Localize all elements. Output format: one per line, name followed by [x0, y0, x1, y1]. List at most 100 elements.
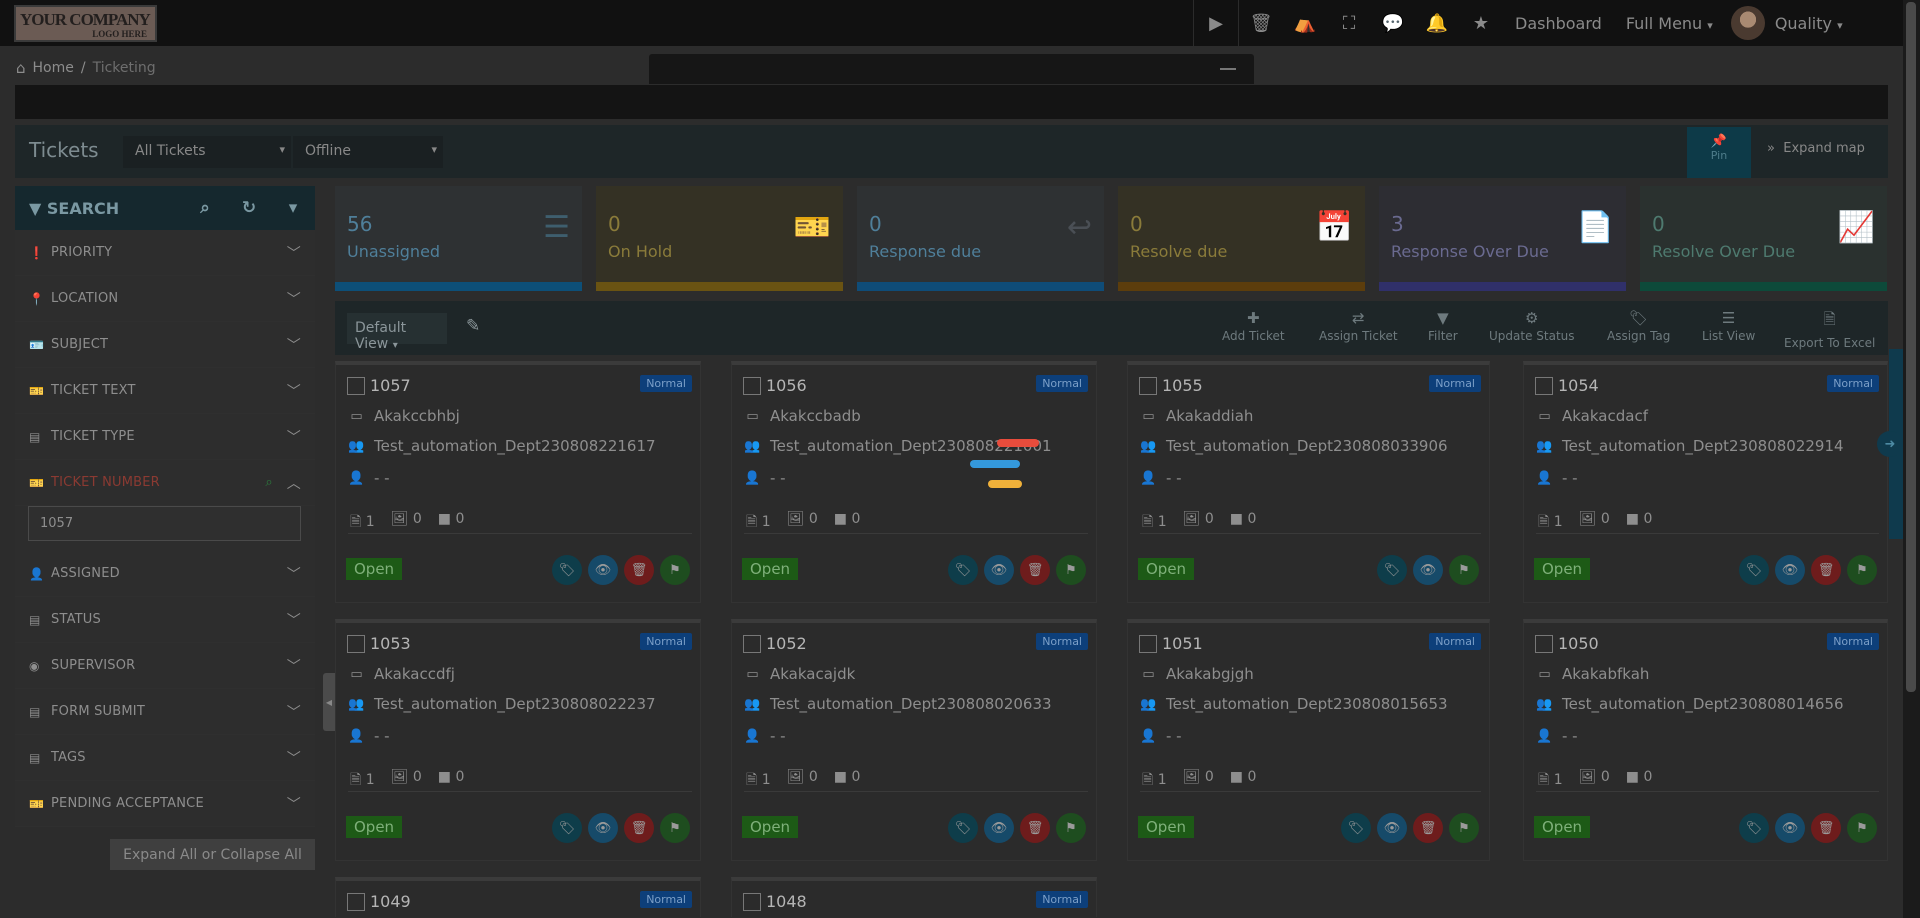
ticket-card[interactable]: 1052 Normal ▭ Akakacajdk 👥 Test_automation…: [731, 619, 1097, 861]
ticket-number[interactable]: 1051: [1162, 634, 1203, 653]
sidebar-item-tags[interactable]: ▤ TAGS ﹀: [15, 735, 315, 781]
chevron-down-icon[interactable]: ﹀: [287, 610, 301, 630]
chevron-up-icon[interactable]: ︿: [287, 473, 301, 493]
tag-icon[interactable]: 🏷: [948, 813, 978, 843]
ticket-card[interactable]: 1057 Normal ▭ Akakccbhbj 👥 Test_automation…: [335, 361, 701, 603]
action-assign-tag[interactable]: 🏷 Assign Tag: [1607, 309, 1670, 343]
scrollbar-thumb[interactable]: [1906, 2, 1916, 692]
eye-icon[interactable]: 👁: [588, 813, 618, 843]
ticket-card[interactable]: 1053 Normal ▭ Akakaccdfj 👥 Test_automation…: [335, 619, 701, 861]
company-logo[interactable]: YOUR COMPANY LOGO HERE: [14, 5, 157, 42]
tag-icon[interactable]: 🏷: [948, 555, 978, 585]
ticket-number[interactable]: 1049: [370, 892, 411, 911]
sidebar-item-priority[interactable]: ❗ PRIORITY ﹀: [15, 230, 315, 276]
flag-icon[interactable]: ⚑: [1847, 555, 1877, 585]
action-export-to-excel[interactable]: 🗎 Export To Excel: [1784, 309, 1875, 350]
ticket-card[interactable]: 1049 Normal: [335, 877, 701, 917]
chat-icon[interactable]: 💬: [1371, 0, 1415, 46]
dashboard-link[interactable]: Dashboard: [1503, 14, 1614, 33]
expand-map-button[interactable]: » Expand map: [1767, 141, 1865, 156]
chevron-down-icon[interactable]: ﹀: [287, 748, 301, 768]
trash-icon[interactable]: 🗑: [1020, 555, 1050, 585]
stat-card-response-over-due[interactable]: 3 Response Over Due 📄: [1379, 186, 1626, 291]
ticket-card[interactable]: 1048 Normal: [731, 877, 1097, 917]
user-menu[interactable]: Quality ▾: [1775, 14, 1855, 33]
bell-icon[interactable]: 🔔: [1415, 0, 1459, 46]
ticket-checkbox[interactable]: [1535, 377, 1553, 395]
stat-card-resolve-over-due[interactable]: 0 Resolve Over Due 📈: [1640, 186, 1887, 291]
flag-icon[interactable]: ⚑: [1847, 813, 1877, 843]
stat-card-on-hold[interactable]: 0 On Hold 🎫: [596, 186, 843, 291]
action-assign-ticket[interactable]: ⇄ Assign Ticket: [1319, 309, 1398, 343]
action-update-status[interactable]: ⚙ Update Status: [1489, 309, 1575, 343]
flag-icon[interactable]: ⚑: [1056, 555, 1086, 585]
chevron-down-icon[interactable]: ﹀: [287, 289, 301, 309]
ticket-checkbox[interactable]: [1535, 635, 1553, 653]
ticket-number-input[interactable]: 1057: [28, 506, 301, 541]
arrow-left-icon[interactable]: ➜: [1877, 431, 1903, 457]
stat-card-unassigned[interactable]: 56 Unassigned ☰: [335, 186, 582, 291]
trash-icon[interactable]: 🗑: [1811, 555, 1841, 585]
stat-card-response-due[interactable]: 0 Response due ↩: [857, 186, 1104, 291]
action-list-view[interactable]: ☰ List View: [1702, 309, 1755, 343]
ticket-number[interactable]: 1054: [1558, 376, 1599, 395]
eye-icon[interactable]: 👁: [1775, 813, 1805, 843]
search-icon[interactable]: ⌕: [265, 475, 272, 490]
team-icon[interactable]: ⛺: [1283, 0, 1327, 46]
ticket-filter-select[interactable]: All Tickets: [123, 136, 291, 168]
chevron-down-icon[interactable]: ﹀: [287, 243, 301, 263]
tag-icon[interactable]: 🏷: [552, 555, 582, 585]
eye-icon[interactable]: 👁: [1775, 555, 1805, 585]
ticket-number[interactable]: 1056: [766, 376, 807, 395]
status-select[interactable]: Offline: [293, 136, 443, 168]
trash-icon[interactable]: 🗑: [1811, 813, 1841, 843]
ticket-number[interactable]: 1050: [1558, 634, 1599, 653]
default-view-select[interactable]: Default View ▾: [347, 313, 447, 352]
full-menu-dropdown[interactable]: Full Menu ▾: [1614, 14, 1725, 33]
chevron-down-icon[interactable]: ﹀: [287, 427, 301, 447]
chevron-down-icon[interactable]: ﹀: [287, 794, 301, 814]
tag-icon[interactable]: 🏷: [1377, 555, 1407, 585]
sidebar-item-status[interactable]: ▤ STATUS ﹀: [15, 597, 315, 643]
play-icon[interactable]: ▶: [1194, 0, 1238, 46]
sidebar-item-pending-acceptance[interactable]: 🎫 PENDING ACCEPTANCE ﹀: [15, 781, 315, 827]
ticket-card[interactable]: 1050 Normal ▭ Akakabfkah 👥 Test_automation…: [1523, 619, 1888, 861]
ticket-checkbox[interactable]: [1139, 635, 1157, 653]
star-icon[interactable]: ★: [1459, 0, 1503, 46]
ticket-checkbox[interactable]: [1139, 377, 1157, 395]
edit-view-icon[interactable]: ✎: [466, 316, 480, 336]
tag-icon[interactable]: 🏷: [1341, 813, 1371, 843]
chevron-down-icon[interactable]: ﹀: [287, 381, 301, 401]
eye-icon[interactable]: 👁: [588, 555, 618, 585]
ticket-number[interactable]: 1053: [370, 634, 411, 653]
chevron-down-icon[interactable]: ﹀: [287, 335, 301, 355]
sidebar-item-ticket-type[interactable]: ▤ TICKET TYPE ﹀: [15, 414, 315, 460]
chevron-down-icon[interactable]: ﹀: [287, 564, 301, 584]
flag-icon[interactable]: ⚑: [1449, 555, 1479, 585]
sidebar-item-form-submit[interactable]: ▤ FORM SUBMIT ﹀: [15, 689, 315, 735]
flag-icon[interactable]: ⚑: [1056, 813, 1086, 843]
fullscreen-icon[interactable]: ⛶: [1327, 0, 1371, 46]
trash-icon[interactable]: 🗑: [624, 813, 654, 843]
pin-button[interactable]: 📌 Pin: [1687, 127, 1751, 178]
sidebar-item-supervisor[interactable]: ◉ SUPERVISOR ﹀: [15, 643, 315, 689]
ticket-number[interactable]: 1048: [766, 892, 807, 911]
ticket-checkbox[interactable]: [743, 377, 761, 395]
trash-icon[interactable]: 🗑: [1413, 813, 1443, 843]
flag-icon[interactable]: ⚑: [660, 555, 690, 585]
tag-icon[interactable]: 🏷: [1739, 555, 1769, 585]
floating-panel-header[interactable]: [649, 54, 1254, 84]
breadcrumb-home[interactable]: Home: [33, 60, 74, 76]
action-filter[interactable]: ▼ Filter: [1428, 309, 1458, 343]
action-add-ticket[interactable]: ✚ Add Ticket: [1222, 309, 1285, 343]
chevron-down-icon[interactable]: ﹀: [287, 656, 301, 676]
ticket-checkbox[interactable]: [347, 893, 365, 911]
ticket-card[interactable]: 1051 Normal ▭ Akakabgjgh 👥 Test_automation…: [1127, 619, 1490, 861]
tag-icon[interactable]: 🏷: [552, 813, 582, 843]
sidebar-item-ticket-text[interactable]: 🎫 TICKET TEXT ﹀: [15, 368, 315, 414]
minimize-icon[interactable]: [1220, 68, 1236, 70]
ticket-card[interactable]: 1056 Normal ▭ Akakccbadb 👥 Test_automation…: [731, 361, 1097, 603]
refresh-icon[interactable]: ↻: [227, 198, 271, 218]
page-scrollbar[interactable]: [1903, 0, 1920, 918]
eye-icon[interactable]: 👁: [984, 555, 1014, 585]
